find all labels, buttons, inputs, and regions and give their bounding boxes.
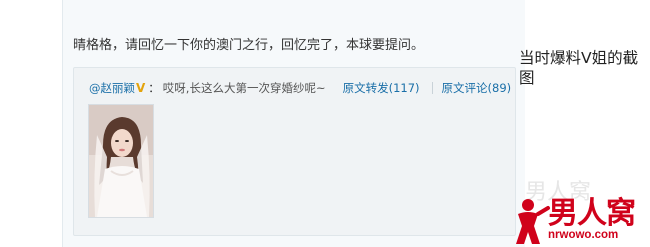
post-text: 晴格格，请回忆一下你的澳门之行，回忆完了，本球要提问。 [73,38,425,53]
logo-url: nrwowo.com [548,229,619,241]
screenshot-caption: 当时爆料V姐的截图 [519,49,639,87]
verified-badge-icon: V [136,81,146,95]
quoted-post: @赵丽颖 V ： 哎呀,长这么大第一次穿婚纱呢~ 原文转发(117) 原文评论(… [73,67,516,236]
logo-figure-icon [516,199,550,244]
quoted-author-link[interactable]: @赵丽颖 [89,80,135,96]
site-logo: 男人窝 nrwowo.com [512,196,648,246]
quoted-post-line: @赵丽颖 V ： 哎呀,长这么大第一次穿婚纱呢~ 原文转发(117) 原文评论(… [89,80,511,96]
original-repost-link[interactable]: 原文转发(117) [343,80,420,96]
link-divider [431,82,433,94]
quoted-text: 哎呀,长这么大第一次穿婚纱呢~ [162,81,326,95]
bride-photo-image [89,105,153,217]
quote-colon: ： [148,81,160,95]
logo-title: 男人窝 [548,196,636,231]
original-comment-link[interactable]: 原文评论(89) [442,80,512,96]
bride-photo-thumbnail[interactable] [88,104,154,218]
